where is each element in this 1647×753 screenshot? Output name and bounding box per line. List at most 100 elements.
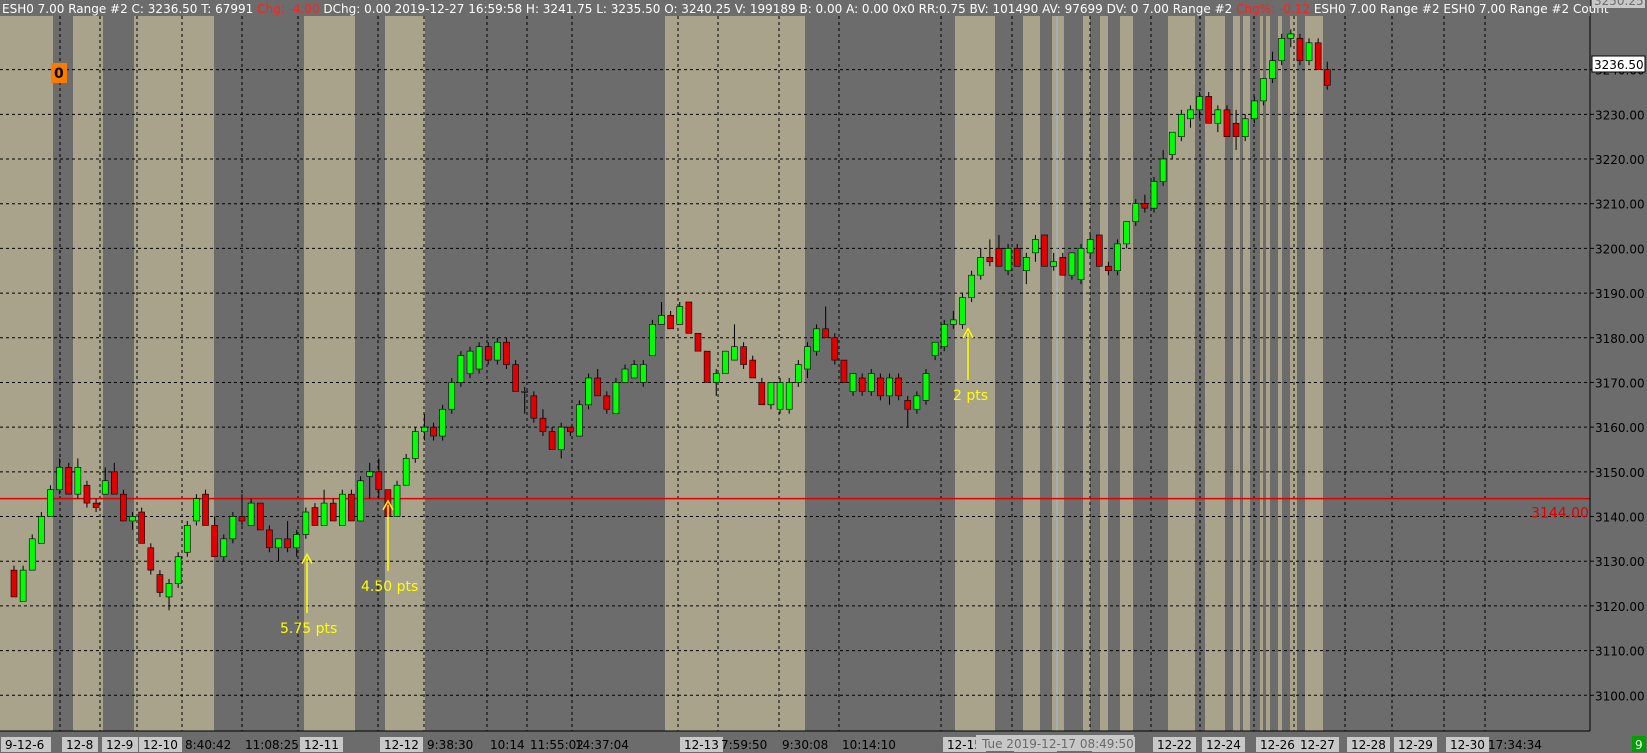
time-axis[interactable]: 9-12-6 12-8 12-9 12-10 8:40:42 11:08:25 12-11 1… [0,730,1647,753]
candle[interactable] [1178,109,1185,142]
candle[interactable] [47,485,54,517]
candle[interactable] [1041,234,1048,267]
candle-body-up [339,493,346,526]
candle[interactable] [256,502,264,531]
candle[interactable] [339,489,346,526]
candle[interactable] [138,507,145,544]
candle[interactable] [10,565,18,598]
candle-body-down [156,574,164,593]
time-axis-label: 12-29 [1398,738,1433,752]
annotation-label: 4.50 pts [361,579,418,595]
candle[interactable] [530,391,538,423]
crosshair-time-label: Tue 2019-12-17 08:49:50 [981,737,1134,751]
candle-body-down [83,484,91,504]
candle-body-down [512,364,519,392]
candle[interactable] [302,507,310,539]
candle[interactable] [475,342,483,374]
candle[interactable] [776,377,784,414]
candle[interactable] [1278,33,1285,66]
candle[interactable] [722,350,729,374]
candle-body-up [320,502,328,526]
candle-body-up [913,395,921,410]
candle[interactable] [694,332,702,352]
session-band [1120,16,1133,731]
header-part: ESH0 7.00 Range #2 ESH0 7.00 Range #2 Co… [1310,2,1609,16]
candle[interactable] [120,489,127,522]
candle[interactable] [174,552,182,588]
candle[interactable] [28,534,36,571]
candle[interactable] [348,489,355,522]
candle-body-up [494,341,501,361]
candle-body-up [421,426,428,432]
candle[interactable] [1095,234,1103,267]
candle-body-up [1178,114,1185,137]
candle-body-down [311,507,319,526]
candle[interactable] [448,377,456,414]
candle[interactable] [1114,239,1121,276]
candle-body-down [567,426,574,432]
candle-body-down [138,511,145,544]
candle-body-up [1187,109,1194,120]
candle[interactable] [1314,38,1322,70]
candle[interactable] [1004,243,1012,276]
candle[interactable] [703,350,711,383]
candle-body-down [548,431,556,450]
candle[interactable] [840,359,848,383]
candle[interactable] [512,360,519,392]
candle[interactable] [922,369,930,405]
candle[interactable] [813,324,820,356]
candle[interactable] [193,494,200,526]
candle[interactable] [466,346,474,378]
candle[interactable] [612,377,620,415]
price-tick-label: 3120.00 [1595,600,1645,614]
candle[interactable] [38,512,45,544]
candle[interactable] [576,400,583,437]
candle-body-up [1278,38,1285,61]
candle[interactable] [503,337,510,370]
candle-body-up [849,373,857,392]
candle[interactable] [940,319,948,352]
candle[interactable] [649,319,656,356]
candle-body-up [1196,96,1203,111]
candle[interactable] [1077,243,1085,285]
session-band [1083,16,1090,731]
candle-body-down [266,529,273,549]
candle[interactable] [183,520,191,557]
candle-body-down [877,377,884,397]
candle-body-up [275,538,282,549]
candle-body-up [448,382,456,410]
candle-body-up [1004,248,1012,272]
session-band [1305,16,1323,731]
candle[interactable] [147,543,155,575]
session-band [385,16,425,731]
candle-body-down [539,417,547,432]
candle[interactable] [585,373,592,410]
candle[interactable] [229,512,237,544]
candle-body-up [1251,100,1258,120]
candle[interactable] [439,404,446,441]
candle[interactable] [1150,176,1158,213]
candle[interactable] [65,462,73,495]
candle[interactable] [393,480,401,517]
candle[interactable] [785,377,793,414]
candle[interactable] [411,427,419,463]
session-band [1023,16,1040,731]
candle[interactable] [357,476,364,522]
candle[interactable] [831,333,839,365]
time-axis-label: 12-28 [1351,738,1386,752]
session-band [134,16,214,731]
candle[interactable] [1296,33,1304,66]
trading-chart[interactable]: 3144.00 5.75 pts4.50 pts2 pts 3240.00323… [0,0,1647,753]
candle[interactable] [457,351,465,387]
candle[interactable] [1205,91,1213,124]
candle[interactable] [202,489,209,526]
candle[interactable] [402,453,410,486]
candle-body-up [521,391,529,393]
candle[interactable] [1223,105,1231,137]
candle[interactable] [685,301,693,334]
candle-body-down [1296,38,1304,61]
header-part: DChg: 0.00 2019-12-27 16:59:58 H: 3241.7… [320,2,1236,16]
candle[interactable] [968,270,975,302]
candle[interactable] [19,565,27,602]
candle[interactable] [959,293,966,329]
